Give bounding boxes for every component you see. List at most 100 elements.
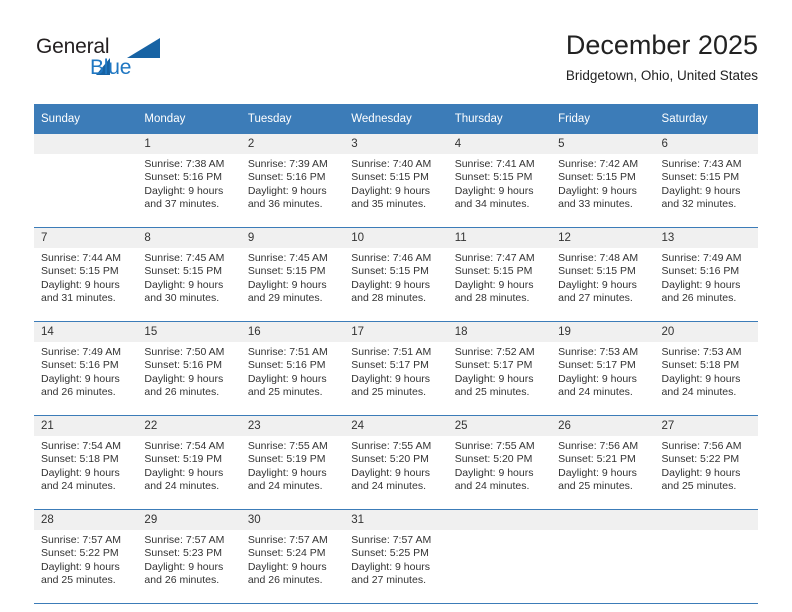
day-details: Sunrise: 7:44 AM Sunset: 5:15 PM Daylight:… xyxy=(34,248,137,321)
day-detail-line: Daylight: 9 hours xyxy=(247,184,327,197)
day-detail-line: Sunset: 5:15 PM xyxy=(454,265,533,278)
day-detail-line: Sunrise: 7:41 AM xyxy=(454,158,535,170)
calendar-day-cell-empty xyxy=(34,134,138,228)
calendar-day-cell[interactable]: 14 Sunrise: 7:49 AM Sunset: 5:16 PM Dayligh… xyxy=(34,321,138,416)
day-detail-line: and 24 minutes. xyxy=(144,480,220,493)
general-blue-logo[interactable]: General Blue xyxy=(34,36,234,88)
day-number: 2 xyxy=(240,134,345,154)
day-detail-line: Daylight: 9 hours xyxy=(661,372,741,385)
day-details xyxy=(448,530,551,603)
day-detail-line: Sunset: 5:16 PM xyxy=(144,171,223,184)
calendar-day-cell[interactable]: 28 Sunrise: 7:57 AM Sunset: 5:22 PM Dayligh… xyxy=(34,509,138,604)
calendar-day-cell[interactable]: 20 Sunrise: 7:53 AM Sunset: 5:18 PM Dayligh… xyxy=(654,321,758,416)
logo-triangle-icon xyxy=(127,38,160,58)
day-number: 7 xyxy=(34,228,138,248)
calendar-day-cell[interactable]: 7 Sunrise: 7:44 AM Sunset: 5:15 PM Daylight… xyxy=(34,227,138,322)
day-detail-line: and 26 minutes. xyxy=(247,574,323,587)
day-detail-line: Daylight: 9 hours xyxy=(247,372,327,385)
day-detail-line: and 34 minutes. xyxy=(454,198,530,211)
calendar-day-cell[interactable]: 26 Sunrise: 7:56 AM Sunset: 5:21 PM Dayligh… xyxy=(551,415,655,510)
calendar-day-cell[interactable]: 10 Sunrise: 7:46 AM Sunset: 5:15 PM Dayligh… xyxy=(344,227,448,322)
day-detail-line: Sunset: 5:17 PM xyxy=(558,359,636,372)
day-detail-line: and 25 minutes. xyxy=(41,574,116,587)
calendar-day-cell[interactable]: 22 Sunrise: 7:54 AM Sunset: 5:19 PM Dayligh… xyxy=(137,415,241,510)
day-detail-line: and 26 minutes. xyxy=(41,386,116,399)
day-number: 25 xyxy=(447,416,552,436)
calendar-day-cell[interactable]: 23 Sunrise: 7:55 AM Sunset: 5:19 PM Dayligh… xyxy=(240,415,345,510)
weekday-header-tuesday: Tuesday xyxy=(240,104,345,134)
day-detail-line: Sunrise: 7:57 AM xyxy=(41,534,121,546)
calendar-day-cell[interactable]: 27 Sunrise: 7:56 AM Sunset: 5:22 PM Dayligh… xyxy=(654,415,758,510)
day-detail-line: Sunset: 5:15 PM xyxy=(558,265,636,278)
calendar-day-cell[interactable]: 8 Sunrise: 7:45 AM Sunset: 5:15 PM Daylight… xyxy=(137,227,241,322)
day-number: 3 xyxy=(344,134,448,154)
day-detail-line: Daylight: 9 hours xyxy=(558,466,637,479)
calendar-day-cell[interactable]: 5 Sunrise: 7:42 AM Sunset: 5:15 PM Daylight… xyxy=(551,134,655,228)
calendar-day-cell[interactable]: 11 Sunrise: 7:47 AM Sunset: 5:15 PM Dayligh… xyxy=(447,227,552,322)
day-number: 1 xyxy=(137,134,241,154)
day-details xyxy=(655,530,758,603)
calendar-day-cell[interactable]: 31 Sunrise: 7:57 AM Sunset: 5:25 PM Dayligh… xyxy=(344,509,448,604)
day-number: 24 xyxy=(344,416,448,436)
calendar-day-cell[interactable]: 4 Sunrise: 7:41 AM Sunset: 5:15 PM Daylight… xyxy=(447,134,552,228)
day-detail-line: Sunset: 5:16 PM xyxy=(144,359,223,372)
day-detail-line: Daylight: 9 hours xyxy=(661,184,741,197)
day-number: 9 xyxy=(240,228,345,248)
day-detail-line: Sunset: 5:16 PM xyxy=(247,171,326,184)
day-detail-line: Daylight: 9 hours xyxy=(41,466,120,479)
day-details: Sunrise: 7:57 AM Sunset: 5:24 PM Daylight:… xyxy=(241,530,344,603)
day-detail-line: Sunset: 5:21 PM xyxy=(558,453,636,466)
calendar-week-row: 28 Sunrise: 7:57 AM Sunset: 5:22 PM Dayligh… xyxy=(34,509,758,604)
day-details: Sunrise: 7:42 AM Sunset: 5:15 PM Daylight:… xyxy=(551,154,654,227)
calendar-day-cell[interactable]: 24 Sunrise: 7:55 AM Sunset: 5:20 PM Dayligh… xyxy=(344,415,448,510)
calendar-day-cell[interactable]: 17 Sunrise: 7:51 AM Sunset: 5:17 PM Dayligh… xyxy=(344,321,448,416)
day-detail-line: Sunrise: 7:38 AM xyxy=(144,158,225,170)
day-number: 19 xyxy=(551,322,655,342)
day-detail-line: and 37 minutes. xyxy=(144,198,220,211)
calendar-day-cell[interactable]: 13 Sunrise: 7:49 AM Sunset: 5:16 PM Dayligh… xyxy=(654,227,758,322)
calendar-day-cell[interactable]: 12 Sunrise: 7:48 AM Sunset: 5:15 PM Dayligh… xyxy=(551,227,655,322)
day-detail-line: Daylight: 9 hours xyxy=(661,278,741,291)
calendar-day-cell[interactable]: 2 Sunrise: 7:39 AM Sunset: 5:16 PM Daylight… xyxy=(240,134,345,228)
day-detail-line: Sunrise: 7:53 AM xyxy=(661,346,742,358)
calendar-week-row: 7 Sunrise: 7:44 AM Sunset: 5:15 PM Daylight… xyxy=(34,227,758,322)
day-detail-line: and 28 minutes. xyxy=(351,292,426,305)
day-detail-line: Sunrise: 7:45 AM xyxy=(247,252,328,264)
day-number: 6 xyxy=(654,134,758,154)
calendar-day-cell[interactable]: 30 Sunrise: 7:57 AM Sunset: 5:24 PM Dayligh… xyxy=(240,509,345,604)
page-title: December 2025 xyxy=(565,30,758,60)
day-number: 12 xyxy=(551,228,655,248)
calendar-day-cell[interactable]: 6 Sunrise: 7:43 AM Sunset: 5:15 PM Daylight… xyxy=(654,134,758,228)
day-detail-line: and 26 minutes. xyxy=(144,574,220,587)
day-detail-line: Daylight: 9 hours xyxy=(144,372,224,385)
calendar-day-cell[interactable]: 21 Sunrise: 7:54 AM Sunset: 5:18 PM Dayligh… xyxy=(34,415,138,510)
day-detail-line: Sunrise: 7:57 AM xyxy=(247,534,328,546)
calendar-day-cell[interactable]: 19 Sunrise: 7:53 AM Sunset: 5:17 PM Dayligh… xyxy=(551,321,655,416)
day-number: 22 xyxy=(137,416,241,436)
calendar-day-cell[interactable]: 3 Sunrise: 7:40 AM Sunset: 5:15 PM Daylight… xyxy=(344,134,448,228)
weekday-header-wednesday: Wednesday xyxy=(344,104,448,134)
day-number: 31 xyxy=(344,510,448,530)
day-detail-line: Sunrise: 7:49 AM xyxy=(41,346,121,358)
calendar-day-cell[interactable]: 15 Sunrise: 7:50 AM Sunset: 5:16 PM Dayligh… xyxy=(137,321,241,416)
calendar-day-cell[interactable]: 18 Sunrise: 7:52 AM Sunset: 5:17 PM Dayligh… xyxy=(447,321,552,416)
day-detail-line: Sunset: 5:17 PM xyxy=(351,359,429,372)
calendar-day-cell[interactable]: 29 Sunrise: 7:57 AM Sunset: 5:23 PM Dayligh… xyxy=(137,509,241,604)
calendar-day-cell[interactable]: 16 Sunrise: 7:51 AM Sunset: 5:16 PM Dayligh… xyxy=(240,321,345,416)
day-detail-line: and 26 minutes. xyxy=(661,292,737,305)
day-detail-line: Sunrise: 7:57 AM xyxy=(351,534,432,546)
day-detail-line: Sunrise: 7:40 AM xyxy=(351,158,432,170)
logo-word-general: General xyxy=(36,35,110,58)
weekday-header-monday: Monday xyxy=(137,104,241,134)
day-detail-line: Daylight: 9 hours xyxy=(351,466,431,479)
day-detail-line: Sunset: 5:15 PM xyxy=(351,171,429,184)
calendar-day-cell[interactable]: 25 Sunrise: 7:55 AM Sunset: 5:20 PM Dayligh… xyxy=(447,415,552,510)
calendar-day-cell[interactable]: 9 Sunrise: 7:45 AM Sunset: 5:15 PM Daylight… xyxy=(240,227,345,322)
day-detail-line: Daylight: 9 hours xyxy=(454,466,534,479)
day-details: Sunrise: 7:39 AM Sunset: 5:16 PM Daylight:… xyxy=(241,154,344,227)
day-number: 14 xyxy=(34,322,138,342)
day-detail-line: Daylight: 9 hours xyxy=(351,184,431,197)
day-detail-line: Daylight: 9 hours xyxy=(351,278,431,291)
calendar-day-cell[interactable]: 1 Sunrise: 7:38 AM Sunset: 5:16 PM Daylight… xyxy=(137,134,241,228)
day-detail-line: Sunrise: 7:44 AM xyxy=(41,252,121,264)
